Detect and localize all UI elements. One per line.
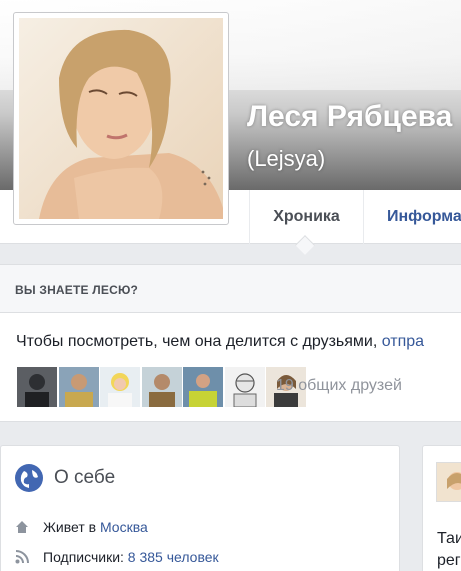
profile-name[interactable]: Леся Рябцева: [247, 100, 452, 134]
tab-info[interactable]: Информа: [387, 190, 461, 244]
home-icon: [15, 520, 33, 537]
followers-row: Подписчики: 8 385 человек: [15, 549, 219, 567]
mutual-friends-count[interactable]: 19 общих друзей: [276, 377, 402, 395]
mutual-friend-avatar[interactable]: [183, 367, 223, 407]
mutual-friend-avatar[interactable]: [17, 367, 57, 407]
mutual-friends-list: [17, 367, 308, 407]
about-card: О себе Живет в Москва Подписчики: 8 385 …: [0, 445, 400, 571]
do-you-know-text: Чтобы посмотреть, чем она делится с друз…: [16, 333, 424, 351]
do-you-know-title: ВЫ ЗНАЕТЕ ЛЕСЮ?: [15, 283, 139, 297]
globe-icon: [15, 464, 43, 492]
lives-in-label: Живет в: [43, 519, 100, 535]
mutual-friend-avatar[interactable]: [141, 367, 182, 407]
post-text: Таи рег: [437, 528, 461, 571]
profile-alternate-name: (Lejsya): [247, 146, 326, 171]
profile-photo: [19, 18, 223, 219]
post-text-line: рег: [437, 552, 461, 569]
mutual-friend-avatar[interactable]: [100, 367, 140, 407]
mutual-friend-avatar[interactable]: [224, 367, 265, 407]
do-you-know-message: Чтобы посмотреть, чем она делится с друз…: [16, 333, 382, 350]
mutual-friend-avatar[interactable]: [58, 367, 99, 407]
post-author-avatar[interactable]: [436, 462, 461, 502]
post-card: Таи рег: [422, 445, 461, 571]
followers-label: Подписчики:: [43, 549, 128, 565]
do-you-know-header: ВЫ ЗНАЕТЕ ЛЕСЮ?: [0, 265, 461, 313]
about-title: О себе: [54, 467, 116, 488]
profile-picture[interactable]: [13, 12, 229, 225]
send-request-link[interactable]: отпра: [382, 333, 424, 350]
followers-link[interactable]: 8 385 человек: [128, 549, 219, 565]
lives-in-link[interactable]: Москва: [100, 519, 148, 535]
rss-icon: [15, 549, 33, 567]
post-text-line: Таи: [437, 530, 461, 547]
lives-in-row: Живет в Москва: [15, 519, 148, 537]
do-you-know-panel: ВЫ ЗНАЕТЕ ЛЕСЮ? Чтобы посмотреть, чем он…: [0, 264, 461, 422]
